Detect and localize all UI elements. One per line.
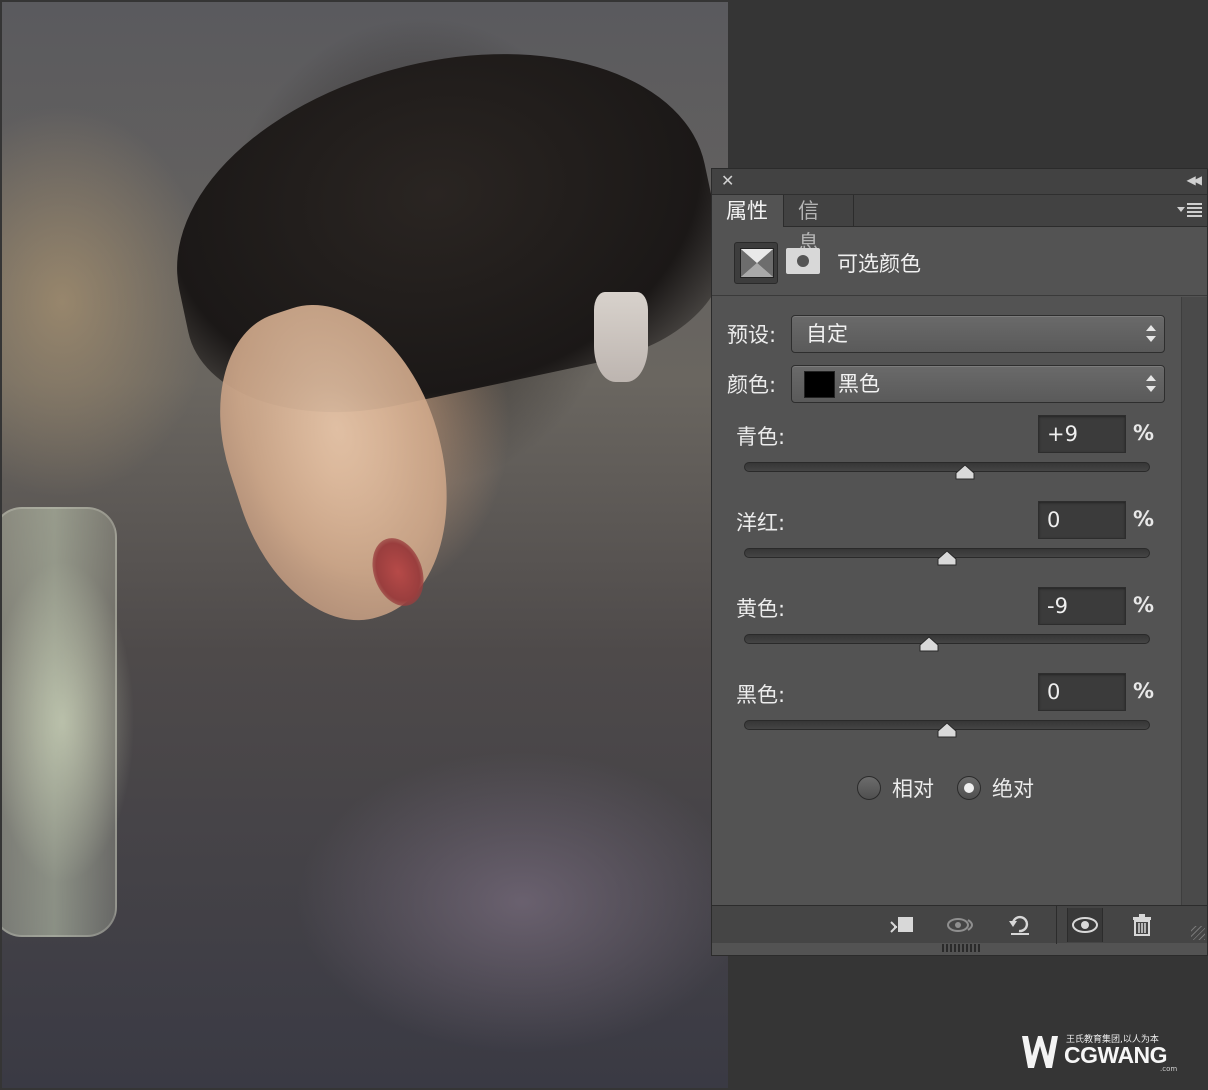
yellow-slider-thumb[interactable]	[919, 636, 939, 652]
absolute-radio-label[interactable]: 绝对	[992, 773, 1034, 803]
resize-grip-icon[interactable]	[1191, 926, 1205, 940]
colors-label: 颜色:	[727, 373, 777, 397]
panel-tab-bar: 属性 信息	[712, 195, 1207, 255]
trash-icon[interactable]	[1124, 908, 1160, 942]
panel-menu-icon[interactable]	[1177, 202, 1203, 218]
watermark-brand: CGWANG	[1064, 1042, 1168, 1068]
method-radio-group: 相对 绝对	[712, 771, 1182, 805]
preset-label: 预设:	[727, 323, 777, 347]
footer-divider	[1056, 906, 1057, 944]
visibility-eye-icon[interactable]	[1067, 908, 1103, 942]
cyan-percent-sign: %	[1133, 421, 1155, 445]
panel-bottom-grip[interactable]	[942, 944, 982, 952]
document-canvas-photo[interactable]	[2, 2, 728, 1088]
clip-to-layer-icon[interactable]	[884, 908, 920, 942]
cyan-value-input[interactable]: +9	[1038, 415, 1126, 453]
yellow-value-input[interactable]: -9	[1038, 587, 1126, 625]
photo-earring-region	[594, 292, 648, 382]
selective-color-adjustment-icon[interactable]	[734, 242, 778, 284]
black-label: 黑色:	[736, 683, 786, 707]
magenta-slider-thumb[interactable]	[937, 550, 957, 566]
close-icon[interactable]: ✕	[721, 172, 734, 190]
magenta-value-input[interactable]: 0	[1038, 501, 1126, 539]
yellow-percent-sign: %	[1133, 593, 1155, 617]
magenta-label: 洋红:	[736, 511, 786, 535]
cyan-label: 青色:	[736, 425, 786, 449]
magenta-percent-sign: %	[1133, 507, 1155, 531]
watermark-suffix: .com	[1160, 1065, 1178, 1073]
cgwang-watermark: 王氏教育集团,以人为本 CGWANG .com	[1020, 1030, 1190, 1076]
adjustment-title: 可选颜色	[837, 252, 921, 276]
photo-glass-jar-region	[2, 507, 117, 937]
view-previous-state-icon[interactable]	[944, 908, 980, 942]
reset-icon[interactable]	[1002, 908, 1038, 942]
adjustment-controls: 预设: 自定 颜色: 黑色 青色: +9 % 洋红: 0 % 黄色: -9 % …	[712, 297, 1182, 905]
preset-dropdown[interactable]: 自定	[791, 315, 1165, 353]
absolute-radio[interactable]	[957, 776, 981, 800]
panel-scrollbar[interactable]	[1181, 297, 1207, 905]
yellow-slider-track[interactable]	[744, 634, 1150, 644]
collapse-panel-icon[interactable]: ◀◀	[1187, 173, 1203, 187]
tab-properties[interactable]: 属性	[712, 195, 784, 227]
dropdown-arrows-icon	[1146, 323, 1156, 345]
preset-value: 自定	[806, 322, 848, 346]
black-slider-thumb[interactable]	[937, 722, 957, 738]
color-swatch	[804, 371, 835, 398]
black-percent-sign: %	[1133, 679, 1155, 703]
cyan-slider-track[interactable]	[744, 462, 1150, 472]
relative-radio-label[interactable]: 相对	[892, 773, 934, 803]
dropdown-arrows-icon	[1146, 373, 1156, 395]
cyan-slider-thumb[interactable]	[955, 464, 975, 480]
properties-panel: ✕ ◀◀ 属性 信息 可选颜色 预设: 自定 颜色: 黑色 青色: +9 % 洋…	[711, 168, 1208, 956]
adjustment-header: 可选颜色	[712, 228, 1207, 296]
relative-radio[interactable]	[857, 776, 881, 800]
yellow-label: 黄色:	[736, 597, 786, 621]
panel-footer-toolbar	[712, 905, 1207, 944]
black-value-input[interactable]: 0	[1038, 673, 1126, 711]
colors-dropdown[interactable]: 黑色	[791, 365, 1165, 403]
colors-value: 黑色	[838, 372, 880, 396]
panel-titlebar[interactable]: ✕ ◀◀	[712, 169, 1207, 195]
cgwang-logo-icon	[1022, 1036, 1058, 1068]
tab-info[interactable]: 信息	[784, 195, 854, 255]
layer-mask-icon[interactable]	[786, 248, 820, 274]
